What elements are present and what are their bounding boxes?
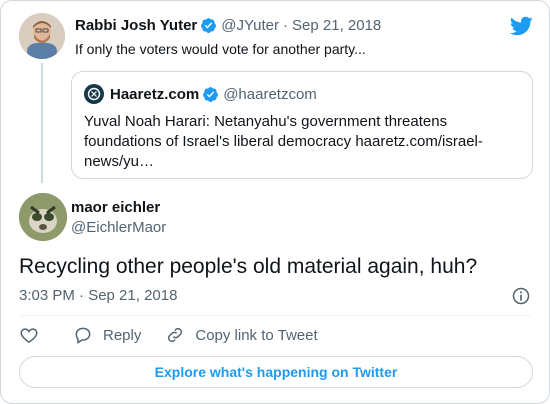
- copy-link-button[interactable]: Copy link to Tweet: [165, 325, 318, 345]
- reply-label: Reply: [103, 326, 142, 344]
- reply-button[interactable]: Reply: [73, 325, 141, 345]
- copy-link-label: Copy link to Tweet: [195, 326, 318, 344]
- parent-date[interactable]: Sep 21, 2018: [292, 17, 381, 34]
- verified-badge-icon: [201, 18, 217, 33]
- main-author-handle[interactable]: @EichlerMaor: [71, 219, 166, 236]
- verified-badge-icon: [203, 86, 219, 102]
- tweet-actions: Reply Copy link to Tweet: [19, 325, 342, 345]
- haaretz-logo-icon: [87, 87, 101, 101]
- main-tweet-text: Recycling other people's old material ag…: [19, 255, 478, 278]
- avatar-main[interactable]: [19, 193, 67, 241]
- parent-author-handle[interactable]: @JYuter: [221, 17, 279, 34]
- quoted-tweet-text: Yuval Noah Harari: Netanyahu's governmen…: [84, 113, 483, 170]
- info-icon[interactable]: [511, 286, 531, 306]
- embedded-tweet-card: Rabbi Josh Yuter @JYuter · Sep 21, 2018 …: [0, 0, 550, 404]
- reply-icon: [75, 327, 91, 344]
- quoted-author-name: Haaretz.com: [110, 85, 200, 103]
- twitter-bird-icon[interactable]: [509, 14, 533, 38]
- quoted-tweet[interactable]: Haaretz.com @haaretzcom Yuval Noah Harar…: [71, 71, 533, 179]
- avatar-parent[interactable]: [19, 13, 65, 59]
- quoted-header: Haaretz.com @haaretzcom: [84, 84, 317, 104]
- thread-line: [41, 63, 43, 183]
- parent-tweet-text: If only the voters would vote for anothe…: [75, 41, 366, 57]
- parent-header: Rabbi Josh Yuter @JYuter · Sep 21, 2018: [75, 17, 381, 34]
- link-icon: [168, 327, 183, 343]
- heart-icon: [20, 328, 38, 343]
- quoted-avatar: [84, 84, 104, 104]
- quoted-author-handle: @haaretzcom: [223, 85, 317, 103]
- like-button[interactable]: [19, 325, 49, 345]
- parent-author-name[interactable]: Rabbi Josh Yuter: [75, 17, 197, 34]
- divider: [19, 315, 531, 316]
- tweet-timestamp[interactable]: 3:03 PM · Sep 21, 2018: [19, 287, 177, 304]
- main-author-name[interactable]: maor eichler: [71, 199, 160, 216]
- separator-dot: ·: [283, 17, 289, 34]
- explore-button[interactable]: Explore what's happening on Twitter: [19, 356, 533, 388]
